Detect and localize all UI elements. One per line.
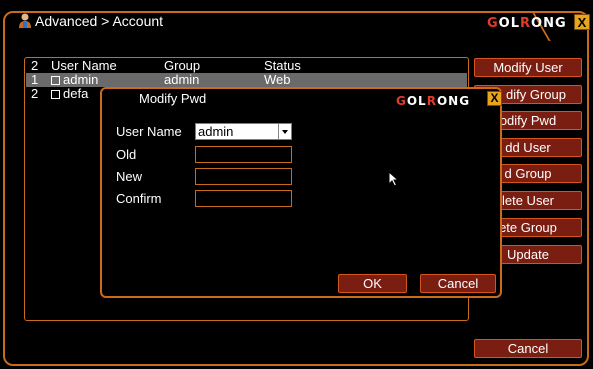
column-header-status[interactable]: Status — [264, 59, 301, 73]
user-name-select[interactable]: admin — [195, 123, 292, 140]
user-name-value: admin — [198, 124, 234, 139]
dialog-title: Modify Pwd — [139, 91, 207, 106]
old-password-label: Old — [116, 147, 137, 162]
chevron-down-icon[interactable] — [278, 124, 291, 139]
new-password-label: New — [116, 169, 143, 184]
window-close-button[interactable]: X — [574, 14, 590, 30]
row-group: admin — [164, 72, 200, 87]
mouse-pointer-icon — [388, 170, 400, 192]
row-index: 1 — [31, 72, 39, 87]
row-username: admin — [63, 72, 99, 87]
row-username: defa — [63, 86, 89, 101]
user-name-label: User Name — [116, 124, 182, 139]
confirm-password-label: Confirm — [116, 191, 162, 206]
table-row[interactable]: 1 admin admin Web — [26, 73, 467, 87]
dialog-cancel-button[interactable]: Cancel — [420, 274, 496, 293]
old-password-field[interactable] — [195, 146, 292, 163]
confirm-password-field[interactable] — [195, 190, 292, 207]
dialog-close-button[interactable]: X — [487, 91, 502, 106]
row-index: 2 — [31, 86, 39, 101]
modify-pwd-dialog: Modify Pwd GOLRONG X User Name admin Old… — [100, 87, 502, 298]
row-count: 2 — [31, 58, 39, 73]
user-icon — [18, 13, 32, 29]
window-title-bar: Advanced > Account — [18, 13, 163, 29]
column-header-group[interactable]: Group — [164, 59, 200, 73]
dialog-brand-logo: GOLRONG — [396, 94, 471, 108]
row-checkbox[interactable] — [51, 90, 60, 100]
brand-logo: GOLRONG — [487, 16, 567, 31]
new-password-field[interactable] — [195, 168, 292, 185]
cancel-button[interactable]: Cancel — [474, 339, 582, 358]
modify-user-button[interactable]: Modify User — [474, 58, 582, 77]
row-checkbox[interactable] — [51, 76, 60, 86]
column-header-username[interactable]: User Name — [51, 59, 117, 73]
window-title: Advanced > Account — [35, 13, 164, 29]
table-header: 2 User Name Group Status — [26, 59, 467, 73]
row-status: Web — [264, 72, 291, 87]
ok-button[interactable]: OK — [338, 274, 407, 293]
